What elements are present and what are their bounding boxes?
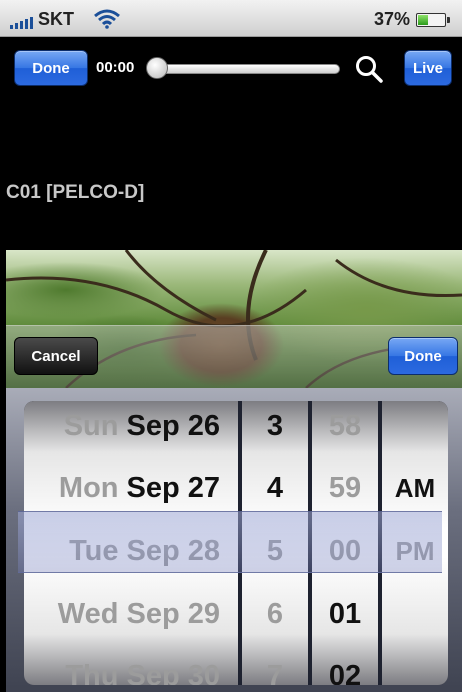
pm-option-selected[interactable]: PM bbox=[382, 531, 448, 571]
hour-option[interactable]: 7 bbox=[242, 656, 308, 686]
date-row[interactable]: Thu Sep 30 bbox=[24, 656, 238, 686]
cancel-button[interactable]: Cancel bbox=[14, 337, 98, 375]
carrier-name: SKT bbox=[38, 9, 74, 29]
minute-option[interactable]: 58 bbox=[312, 406, 378, 446]
playback-time: 00:00 bbox=[96, 59, 135, 76]
ampm-wheel[interactable]: AM PM bbox=[382, 401, 448, 685]
picker-done-button[interactable]: Done bbox=[388, 337, 458, 375]
hour-option[interactable]: 4 bbox=[242, 468, 308, 508]
minute-option[interactable]: 01 bbox=[312, 594, 378, 634]
picker-action-bar: Cancel Done bbox=[6, 325, 462, 388]
hour-option[interactable]: 3 bbox=[242, 406, 308, 446]
status-bar: SKT 37% bbox=[0, 0, 462, 37]
date-row[interactable]: Wed Sep 29 bbox=[24, 594, 238, 634]
search-icon[interactable] bbox=[354, 54, 384, 84]
date-wheel[interactable]: Sun Sep 26 Mon Sep 27 Tue Sep 28 Wed Sep… bbox=[24, 401, 238, 685]
date-row[interactable]: Mon Sep 27 bbox=[24, 468, 238, 508]
minute-wheel[interactable]: 58 59 00 01 02 bbox=[312, 401, 378, 685]
minute-option-selected[interactable]: 00 bbox=[312, 531, 378, 571]
battery-percent: 37% bbox=[373, 9, 410, 29]
live-button[interactable]: Live bbox=[404, 50, 452, 86]
signal-strength-icon bbox=[10, 16, 36, 29]
playback-toolbar: Done 00:00 Live bbox=[0, 38, 462, 98]
date-row[interactable]: Sun Sep 26 bbox=[24, 406, 238, 446]
picker-wheels: Sun Sep 26 Mon Sep 27 Tue Sep 28 Wed Sep… bbox=[24, 401, 448, 685]
done-button[interactable]: Done bbox=[14, 50, 88, 86]
minute-option[interactable]: 59 bbox=[312, 468, 378, 508]
playback-slider-thumb[interactable] bbox=[146, 57, 168, 79]
am-option[interactable]: AM bbox=[382, 468, 448, 508]
camera-label: C01 [PELCO-D] bbox=[6, 182, 145, 203]
date-time-picker: Sun Sep 26 Mon Sep 27 Tue Sep 28 Wed Sep… bbox=[6, 388, 462, 692]
hour-option[interactable]: 6 bbox=[242, 594, 308, 634]
minute-option[interactable]: 02 bbox=[312, 656, 378, 686]
playback-slider[interactable] bbox=[150, 64, 340, 74]
date-row-selected[interactable]: Tue Sep 28 bbox=[24, 531, 238, 571]
hour-option-selected[interactable]: 5 bbox=[242, 531, 308, 571]
hour-wheel[interactable]: 3 4 5 6 7 bbox=[242, 401, 308, 685]
battery-level bbox=[418, 15, 429, 25]
wifi-icon bbox=[94, 9, 120, 29]
battery-icon bbox=[416, 13, 450, 27]
